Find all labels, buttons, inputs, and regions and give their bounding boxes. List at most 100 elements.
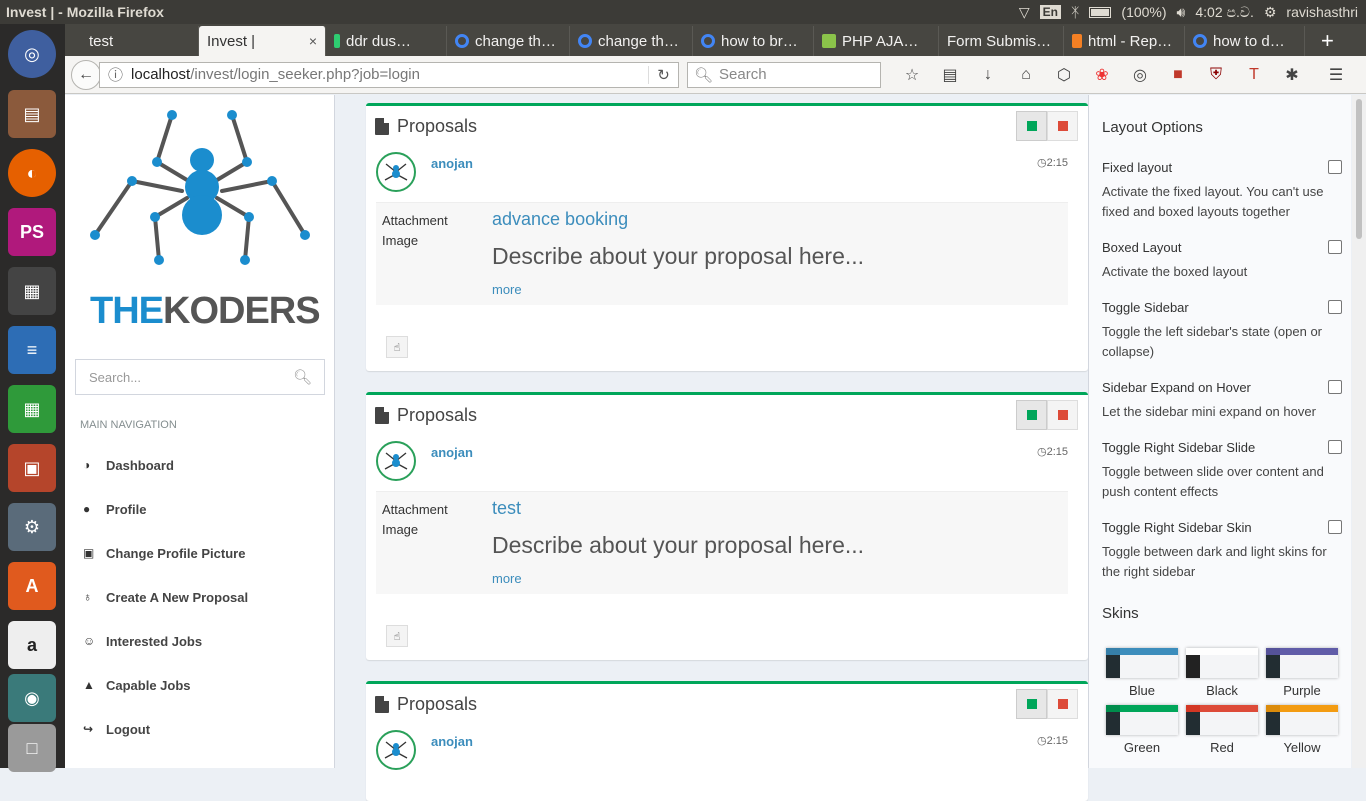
scrollbar-thumb[interactable]	[1356, 99, 1362, 239]
settings-gear-icon[interactable]: ⚙	[1264, 4, 1277, 21]
battery-icon[interactable]	[1089, 6, 1112, 18]
tab[interactable]: how to br…	[693, 26, 814, 56]
right-sidebar-skin-checkbox[interactable]	[1328, 520, 1342, 534]
bookmark-star-icon[interactable]: ☆	[893, 65, 931, 85]
extension-icon[interactable]: ◎	[1121, 65, 1159, 85]
firefox-icon[interactable]: ◐	[8, 149, 56, 197]
reading-list-icon[interactable]: ▤	[931, 65, 969, 85]
tab-active[interactable]: Invest | ×	[199, 26, 326, 56]
app-icon[interactable]: ◉	[8, 674, 56, 722]
keyboard-layout-indicator[interactable]: En	[1039, 5, 1061, 19]
extension-icon[interactable]: ✱	[1273, 65, 1311, 85]
bluetooth-icon[interactable]: ᛡ	[1071, 4, 1079, 20]
calc-icon[interactable]: ▦	[8, 385, 56, 433]
proposal-author[interactable]: anojan	[431, 734, 473, 749]
download-icon[interactable]: ↓	[969, 66, 1007, 84]
sidebar-item-create-proposal[interactable]: ♁ Create A New Proposal	[65, 575, 335, 619]
trash-icon[interactable]: □	[8, 724, 56, 772]
sidebar-item-logout[interactable]: ↪ Logout	[65, 707, 335, 751]
like-button[interactable]: ☝	[386, 336, 408, 358]
remove-button[interactable]	[1047, 689, 1078, 719]
tab[interactable]: test	[65, 26, 199, 56]
ubuntu-dash-icon[interactable]: ◎	[8, 30, 56, 78]
writer-icon[interactable]: ≡	[8, 326, 56, 374]
proposal-body: Attachment Image advance booking Describ…	[376, 202, 1068, 305]
sidebar-item-interested-jobs[interactable]: ☺ Interested Jobs	[65, 619, 335, 663]
sidebar-item-capable-jobs[interactable]: ▲ Capable Jobs	[65, 663, 335, 707]
user-name[interactable]: ravishasthri	[1286, 4, 1358, 20]
avatar[interactable]	[376, 730, 416, 770]
tab[interactable]: Form Submis…	[939, 26, 1064, 56]
files-icon[interactable]: ▤	[8, 90, 56, 138]
more-link[interactable]: more	[492, 282, 522, 297]
video-editor-icon[interactable]: ▦	[8, 267, 56, 315]
right-sidebar-slide-checkbox[interactable]	[1328, 440, 1342, 454]
remove-button[interactable]	[1047, 400, 1078, 430]
tab[interactable]: change th…	[570, 26, 693, 56]
minimize-button[interactable]	[1016, 400, 1047, 430]
fixed-layout-checkbox[interactable]	[1328, 160, 1342, 174]
more-link[interactable]: more	[492, 571, 522, 586]
pocket-icon[interactable]: ⬡	[1045, 65, 1083, 85]
minimize-button[interactable]	[1016, 111, 1047, 141]
skin-green[interactable]: Green	[1106, 705, 1178, 755]
info-icon[interactable]: ⓘ	[108, 64, 123, 85]
clock-icon: ◷	[1036, 735, 1047, 747]
menu-icon[interactable]: ☰	[1317, 65, 1355, 85]
extension-icon[interactable]: T	[1235, 66, 1273, 84]
clock[interactable]: 4:02 ප.ව.	[1195, 4, 1253, 21]
impress-icon[interactable]: ▣	[8, 444, 56, 492]
system-settings-icon[interactable]: ⚙	[8, 503, 56, 551]
tab[interactable]: ddr dus…	[326, 26, 447, 56]
minimize-button[interactable]	[1016, 689, 1047, 719]
sidebar-item-dashboard[interactable]: ◑ Dashboard	[65, 443, 335, 487]
reload-icon[interactable]: ↻	[648, 65, 678, 84]
phpstorm-icon[interactable]: PS	[8, 208, 56, 256]
close-tab-icon[interactable]: ×	[299, 33, 317, 49]
tab[interactable]: PHP AJA…	[814, 26, 939, 56]
remove-button[interactable]	[1047, 111, 1078, 141]
extension-icon[interactable]: ■	[1159, 66, 1197, 84]
home-icon[interactable]: ⌂	[1007, 66, 1045, 84]
sidebar-item-change-profile-picture[interactable]: ▣ Change Profile Picture	[65, 531, 335, 575]
back-button[interactable]: ←	[71, 59, 101, 90]
browser-search-input[interactable]: 🔍︎ Search	[687, 61, 881, 88]
option-right-sidebar-skin: Toggle Right Sidebar Skin Toggle between…	[1102, 517, 1342, 582]
avatar[interactable]	[376, 152, 416, 192]
skin-yellow[interactable]: Yellow	[1266, 705, 1338, 755]
extension-icon[interactable]: ❀	[1083, 65, 1121, 85]
wifi-icon[interactable]: ▽	[1019, 4, 1030, 21]
sidebar-search-input[interactable]: Search... 🔍︎	[75, 359, 325, 395]
url-bar[interactable]: ⓘ localhost/invest/login_seeker.php?job=…	[99, 61, 679, 88]
thumbs-up-icon: ☝	[393, 341, 401, 354]
like-button[interactable]: ☝	[386, 625, 408, 647]
proposal-title-link[interactable]: advance booking	[492, 209, 628, 230]
browser-nav-bar: ← ⓘ localhost/invest/login_seeker.php?jo…	[65, 56, 1366, 94]
ublock-icon[interactable]: ⛨	[1197, 66, 1235, 84]
proposal-author[interactable]: anojan	[431, 156, 473, 171]
skin-blue[interactable]: Blue	[1106, 648, 1178, 698]
avatar[interactable]	[376, 441, 416, 481]
proposal-author[interactable]: anojan	[431, 445, 473, 460]
page-scrollbar[interactable]	[1352, 95, 1366, 768]
skin-black[interactable]: Black	[1186, 648, 1258, 698]
search-icon: 🔍︎	[694, 66, 714, 84]
skin-red[interactable]: Red	[1186, 705, 1258, 755]
search-icon[interactable]: 🔍︎	[293, 368, 312, 386]
tab[interactable]: how to d…	[1185, 26, 1305, 56]
tab[interactable]: change th…	[447, 26, 570, 56]
proposal-title-link[interactable]: test	[492, 498, 521, 519]
new-tab-button[interactable]: +	[1305, 26, 1350, 56]
software-center-icon[interactable]: A	[8, 562, 56, 610]
battery-percent[interactable]: (100%)	[1121, 4, 1166, 20]
boxed-layout-checkbox[interactable]	[1328, 240, 1342, 254]
volume-icon[interactable]: 🔊︎	[1177, 4, 1186, 21]
skin-purple[interactable]: Purple	[1266, 648, 1338, 698]
toggle-sidebar-checkbox[interactable]	[1328, 300, 1342, 314]
sidebar-item-profile[interactable]: ● Profile	[65, 487, 335, 531]
arrow-left-icon: ←	[78, 65, 94, 83]
control-sidebar: Layout Options Fixed layout Activate the…	[1088, 95, 1351, 768]
sidebar-expand-hover-checkbox[interactable]	[1328, 380, 1342, 394]
tab[interactable]: html - Rep…	[1064, 26, 1185, 56]
amazon-icon[interactable]: a	[8, 621, 56, 669]
